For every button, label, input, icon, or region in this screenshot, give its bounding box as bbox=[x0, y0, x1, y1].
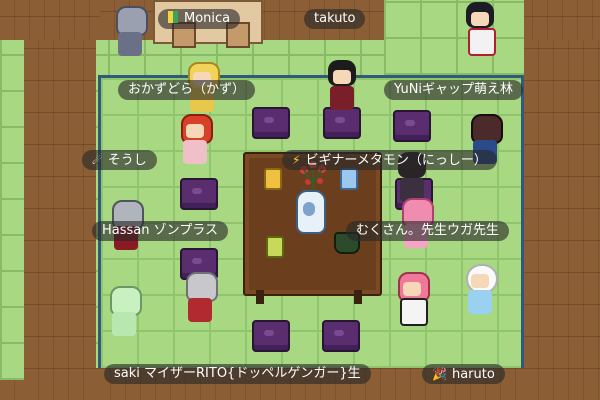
cushion[interactable] bbox=[322, 320, 360, 352]
character-face bbox=[471, 274, 489, 288]
player-label-beginner-metamon: ⚡ ビギナーメタモン（にっしー） bbox=[282, 150, 497, 170]
player-label-haruto: 🎉 haruto bbox=[422, 364, 505, 384]
player-name: そうし bbox=[107, 153, 147, 168]
character-green-bunny[interactable] bbox=[104, 284, 144, 340]
character-body bbox=[118, 32, 142, 56]
player-label-hassan: Hassan ゾンプラス bbox=[92, 221, 228, 241]
table-leg bbox=[354, 290, 362, 304]
character-haruto-sunhat[interactable] bbox=[460, 262, 500, 318]
character-face bbox=[471, 12, 489, 26]
player-label-saki-maizer: saki マイザーRITO{ドッペルゲンガー}生 bbox=[104, 364, 371, 384]
character-body bbox=[330, 86, 354, 110]
character-topright-girl[interactable] bbox=[460, 0, 500, 56]
player-label-takuto: takuto bbox=[304, 9, 366, 29]
player-label-mukusan: むくさん。先生ウガ先生 bbox=[346, 221, 510, 241]
player-name: Hassan ゾンプラス bbox=[102, 223, 218, 238]
cushion[interactable] bbox=[252, 107, 290, 139]
character-silver-hair[interactable] bbox=[180, 270, 220, 326]
character-body bbox=[468, 28, 496, 56]
game-room: Monica takuto おかずどら（かず） YuNiギャップ萌え林 ☄ そうし… bbox=[0, 0, 600, 400]
player-label-monica: Monica bbox=[158, 9, 241, 29]
beginner-badge-icon bbox=[168, 11, 178, 23]
wood-floor-left-strip bbox=[24, 40, 96, 400]
player-label-yuni: YuNiギャップ萌え林 bbox=[384, 80, 524, 100]
cushion[interactable] bbox=[252, 320, 290, 352]
character-body bbox=[112, 312, 136, 336]
party-popper-icon: 🎉 bbox=[432, 367, 447, 381]
grass-upper-right bbox=[384, 0, 524, 75]
character-body bbox=[183, 140, 207, 164]
player-label-soushi: ☄ そうし bbox=[82, 150, 157, 170]
cushion[interactable] bbox=[180, 178, 218, 210]
table-leg bbox=[256, 290, 264, 304]
player-label-okazudora: おかずどら（かず） bbox=[118, 80, 256, 100]
character-body bbox=[468, 290, 492, 314]
grass-edge-left bbox=[0, 40, 24, 380]
player-name: saki マイザーRITO{ドッペルゲンガー}生 bbox=[114, 366, 361, 381]
character-red-hair[interactable] bbox=[175, 112, 215, 168]
character-takuto-glasses[interactable] bbox=[322, 58, 362, 114]
character-face bbox=[186, 124, 204, 138]
player-name: おかずどら（かず） bbox=[128, 82, 246, 97]
cup-icon bbox=[340, 168, 358, 190]
vase-icon bbox=[296, 190, 326, 234]
character-face bbox=[403, 282, 421, 296]
character-body bbox=[400, 298, 428, 326]
wood-floor-right-strip bbox=[524, 40, 600, 400]
player-name: takuto bbox=[314, 11, 356, 26]
cushion[interactable] bbox=[393, 110, 431, 142]
character-topleft-robot[interactable] bbox=[110, 4, 150, 60]
character-face bbox=[333, 70, 351, 84]
lightning-icon: ⚡ bbox=[292, 153, 301, 167]
cup-icon bbox=[264, 168, 282, 190]
player-name: ビギナーメタモン（にっしー） bbox=[305, 153, 487, 168]
player-name: YuNiギャップ萌え林 bbox=[394, 82, 514, 97]
player-name: むくさん。先生ウガ先生 bbox=[356, 223, 500, 238]
character-pink-catgirl[interactable] bbox=[392, 270, 432, 326]
player-name: haruto bbox=[451, 367, 495, 382]
character-body bbox=[188, 298, 212, 322]
comet-icon: ☄ bbox=[92, 153, 103, 167]
player-name: Monica bbox=[184, 11, 231, 26]
cup-icon bbox=[266, 236, 284, 258]
